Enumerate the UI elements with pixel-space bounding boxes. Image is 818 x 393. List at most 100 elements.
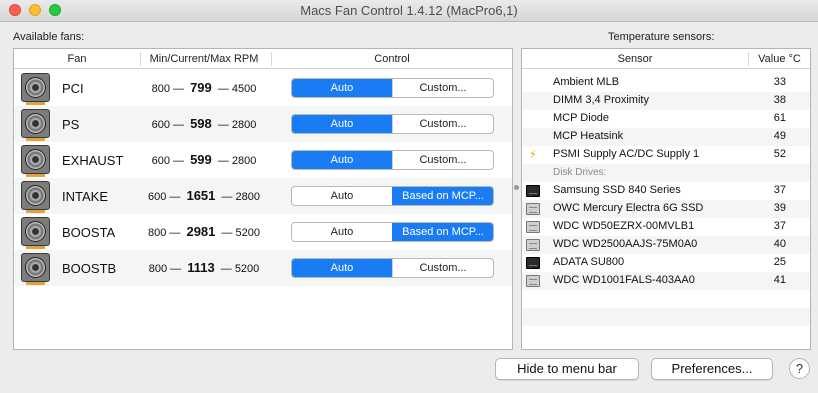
disk-row[interactable]: WDC WD1001FALS-403AA0 41 xyxy=(522,272,810,290)
disk-drives-group: Disk Drives: xyxy=(522,164,810,182)
fan-name: INTAKE xyxy=(62,189,108,204)
disk-name: OWC Mercury Electra 6G SSD xyxy=(553,202,704,214)
fan-min-rpm: 800 xyxy=(148,263,168,275)
rpm-column-header[interactable]: Min/Current/Max RPM xyxy=(141,53,267,65)
empty-row xyxy=(522,308,810,326)
help-button[interactable]: ? xyxy=(789,358,810,379)
fan-auto-button[interactable]: Auto xyxy=(292,259,392,277)
preferences-button[interactable]: Preferences... xyxy=(651,358,773,380)
value-column-header[interactable]: Value °C xyxy=(749,53,810,65)
disk-row[interactable]: WDC WD50EZRX-00MVLB1 37 xyxy=(522,218,810,236)
fan-control-segmented[interactable]: Auto Custom... xyxy=(291,150,494,170)
fan-custom-button[interactable]: Custom... xyxy=(392,115,493,133)
fan-current-rpm: 1651 xyxy=(186,188,216,203)
sensor-row[interactable]: Ambient MLB 33 xyxy=(522,74,810,92)
fan-row[interactable]: BOOSTB 800 — 1113 — 5200 Auto Custom... xyxy=(14,250,512,286)
sensor-name: MCP Diode xyxy=(553,112,610,124)
empty-row xyxy=(522,326,810,344)
fan-min-rpm: 600 xyxy=(147,191,167,203)
fan-name: BOOSTA xyxy=(62,225,116,240)
fan-auto-button[interactable]: Auto xyxy=(292,115,392,133)
sensor-name: MCP Heatsink xyxy=(553,130,624,142)
fan-row[interactable]: PS 600 — 598 — 2800 Auto Custom... xyxy=(14,106,512,142)
title-bar: Macs Fan Control 1.4.12 (MacPro6,1) xyxy=(0,0,818,22)
fan-name: EXHAUST xyxy=(62,153,124,168)
disk-temperature: 40 xyxy=(773,238,786,250)
fan-rpm: 600 — 1651 — 2800 xyxy=(147,188,260,203)
fan-rpm: 800 — 1113 — 5200 xyxy=(148,260,260,275)
sensor-value: 61 xyxy=(773,112,786,124)
fan-control-segmented[interactable]: Auto Custom... xyxy=(291,78,494,98)
sensor-row[interactable]: DIMM 3,4 Proximity 38 xyxy=(522,92,810,110)
fan-max-rpm: 4500 xyxy=(231,83,257,95)
fan-auto-button[interactable]: Auto xyxy=(292,187,392,205)
window-title: Macs Fan Control 1.4.12 (MacPro6,1) xyxy=(300,3,518,18)
split-view-handle[interactable] xyxy=(514,185,519,190)
fan-row[interactable]: INTAKE 600 — 1651 — 2800 Auto Based on MCP.… xyxy=(14,178,512,214)
fan-name: PS xyxy=(62,117,80,132)
fan-auto-button[interactable]: Auto xyxy=(292,79,392,97)
fan-rpm: 600 — 598 — 2800 xyxy=(151,116,257,131)
sensor-column-header[interactable]: Sensor xyxy=(522,53,748,65)
fan-icon xyxy=(21,73,50,105)
fan-column-header[interactable]: Fan xyxy=(14,53,140,65)
fan-row[interactable]: EXHAUST 600 — 599 — 2800 Auto Custom... xyxy=(14,142,512,178)
fan-row[interactable]: BOOSTA 800 — 2981 — 5200 Auto Based on MCP.… xyxy=(14,214,512,250)
disk-temperature: 41 xyxy=(773,274,786,286)
fan-max-rpm: 2800 xyxy=(235,191,260,203)
fan-current-rpm: 2981 xyxy=(186,224,216,239)
fan-custom-button[interactable]: Custom... xyxy=(392,259,493,277)
fan-name: BOOSTB xyxy=(62,261,117,276)
sensor-value: 49 xyxy=(773,130,786,142)
temperature-sensors-label: Temperature sensors: xyxy=(608,31,715,43)
disk-row[interactable]: Samsung SSD 840 Series 37 xyxy=(522,182,810,200)
fan-min-rpm: 800 xyxy=(147,227,167,239)
fan-icon xyxy=(21,217,50,249)
sensor-row[interactable]: MCP Diode 61 xyxy=(522,110,810,128)
fan-name: PCI xyxy=(62,81,84,96)
fan-current-rpm: 799 xyxy=(190,80,212,95)
fan-icon xyxy=(21,145,50,177)
fan-max-rpm: 2800 xyxy=(231,155,257,167)
control-column-header[interactable]: Control xyxy=(272,53,512,65)
disk-temperature: 25 xyxy=(773,256,786,268)
hdd-icon xyxy=(526,239,540,251)
fan-icon xyxy=(21,253,50,285)
sensor-value: 38 xyxy=(773,94,786,106)
fan-control-segmented[interactable]: Auto Based on MCP... xyxy=(291,222,494,242)
drive-icon xyxy=(526,203,540,215)
fan-custom-button[interactable]: Based on MCP... xyxy=(392,223,493,241)
fan-auto-button[interactable]: Auto xyxy=(292,223,392,241)
sensors-table: Sensor Value °C Ambient MLB 33 DIMM 3,4 Pr… xyxy=(521,48,811,350)
disk-row[interactable]: OWC Mercury Electra 6G SSD 39 xyxy=(522,200,810,218)
fan-auto-button[interactable]: Auto xyxy=(292,151,392,169)
ssd-icon xyxy=(526,185,540,197)
hdd-icon xyxy=(526,221,540,233)
sensor-value: 52 xyxy=(773,148,786,160)
fans-table-header: Fan Min/Current/Max RPM Control xyxy=(14,49,512,69)
disk-row[interactable]: WDC WD2500AAJS-75M0A0 40 xyxy=(522,236,810,254)
fan-control-segmented[interactable]: Auto Based on MCP... xyxy=(291,186,494,206)
sensor-row[interactable]: ⚡ PSMI Supply AC/DC Supply 1 52 xyxy=(522,146,810,164)
disk-name: WDC WD50EZRX-00MVLB1 xyxy=(553,220,695,232)
sensor-value: 33 xyxy=(773,76,786,88)
hdd-icon xyxy=(526,275,540,287)
fan-max-rpm: 5200 xyxy=(235,227,260,239)
fan-control-segmented[interactable]: Auto Custom... xyxy=(291,258,494,278)
sensor-name: PSMI Supply AC/DC Supply 1 xyxy=(553,148,700,160)
fan-rpm: 600 — 599 — 2800 xyxy=(151,152,257,167)
fan-custom-button[interactable]: Custom... xyxy=(392,79,493,97)
fan-control-segmented[interactable]: Auto Custom... xyxy=(291,114,494,134)
fan-current-rpm: 598 xyxy=(190,116,212,131)
sensor-row[interactable]: MCP Heatsink 49 xyxy=(522,128,810,146)
fan-custom-button[interactable]: Based on MCP... xyxy=(392,187,493,205)
hide-to-menu-bar-button[interactable]: Hide to menu bar xyxy=(495,358,639,380)
fan-row[interactable]: PCI 800 — 799 — 4500 Auto Custom... xyxy=(14,70,512,106)
fan-custom-button[interactable]: Custom... xyxy=(392,151,493,169)
disk-name: Samsung SSD 840 Series xyxy=(553,184,681,196)
disk-drives-group-label: Disk Drives: xyxy=(553,167,607,178)
fan-min-rpm: 600 xyxy=(151,119,170,131)
empty-row xyxy=(522,290,810,308)
disk-row[interactable]: ADATA SU800 25 xyxy=(522,254,810,272)
sensors-table-header: Sensor Value °C xyxy=(522,49,810,69)
